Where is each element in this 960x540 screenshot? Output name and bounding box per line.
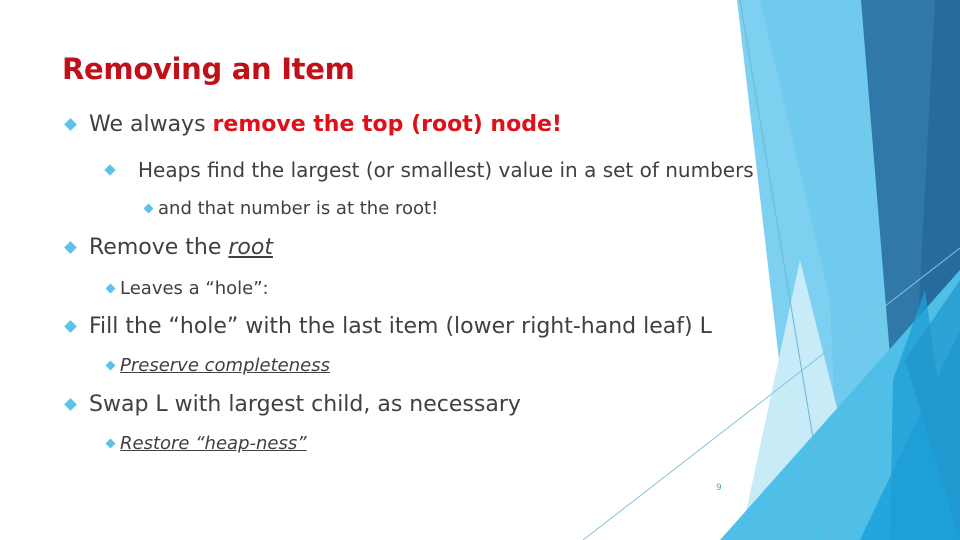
diamond-bullet-icon <box>64 118 77 131</box>
slide: Removing an Item We always remove the to… <box>0 0 960 540</box>
sub-sub-bullet-root: and that number is at the root! <box>143 198 438 219</box>
sub-bullet-leaves-hole: Leaves a “hole”: <box>105 278 269 299</box>
bullet-prefix: Remove the <box>89 235 229 260</box>
page-number: 9 <box>716 483 722 493</box>
diamond-bullet-icon <box>105 360 116 371</box>
bullet-text: Preserve completeness <box>120 355 330 376</box>
bullet-text: Heaps find the largest (or smallest) val… <box>138 158 754 182</box>
bullet-swap: Swap L with largest child, as necessary <box>64 392 521 417</box>
bullet-text: Remove the root <box>89 235 273 260</box>
diamond-bullet-icon <box>105 438 116 449</box>
bullet-text: Leaves a “hole”: <box>120 278 269 299</box>
bullet-text: and that number is at the root! <box>158 198 439 219</box>
sub-bullet-heaps-find: Heaps find the largest (or smallest) val… <box>104 158 754 182</box>
bullet-text: Swap L with largest child, as necessary <box>89 392 521 417</box>
bullet-text: Restore “heap-ness” <box>120 433 307 454</box>
diamond-bullet-icon <box>143 203 154 214</box>
sub-bullet-restore: Restore “heap-ness” <box>105 433 307 454</box>
diamond-bullet-icon <box>104 164 116 176</box>
bullet-fill-hole: Fill the “hole” with the last item (lowe… <box>64 314 712 339</box>
bullet-remove-top: We always remove the top (root) node! <box>64 112 562 137</box>
diamond-bullet-icon <box>105 283 116 294</box>
bullet-emphasis: remove the top (root) node! <box>212 112 562 137</box>
bullet-text: Fill the “hole” with the last item (lowe… <box>89 314 712 339</box>
diamond-bullet-icon <box>64 241 77 254</box>
bullet-remove-root: Remove the root <box>64 235 273 260</box>
bullet-text: We always remove the top (root) node! <box>89 112 562 137</box>
sub-bullet-preserve: Preserve completeness <box>105 355 330 376</box>
diamond-bullet-icon <box>64 320 77 333</box>
slide-title: Removing an Item <box>62 52 355 86</box>
bullet-emphasis: root <box>228 235 273 260</box>
diamond-bullet-icon <box>64 398 77 411</box>
bullet-prefix: We always <box>89 112 213 137</box>
